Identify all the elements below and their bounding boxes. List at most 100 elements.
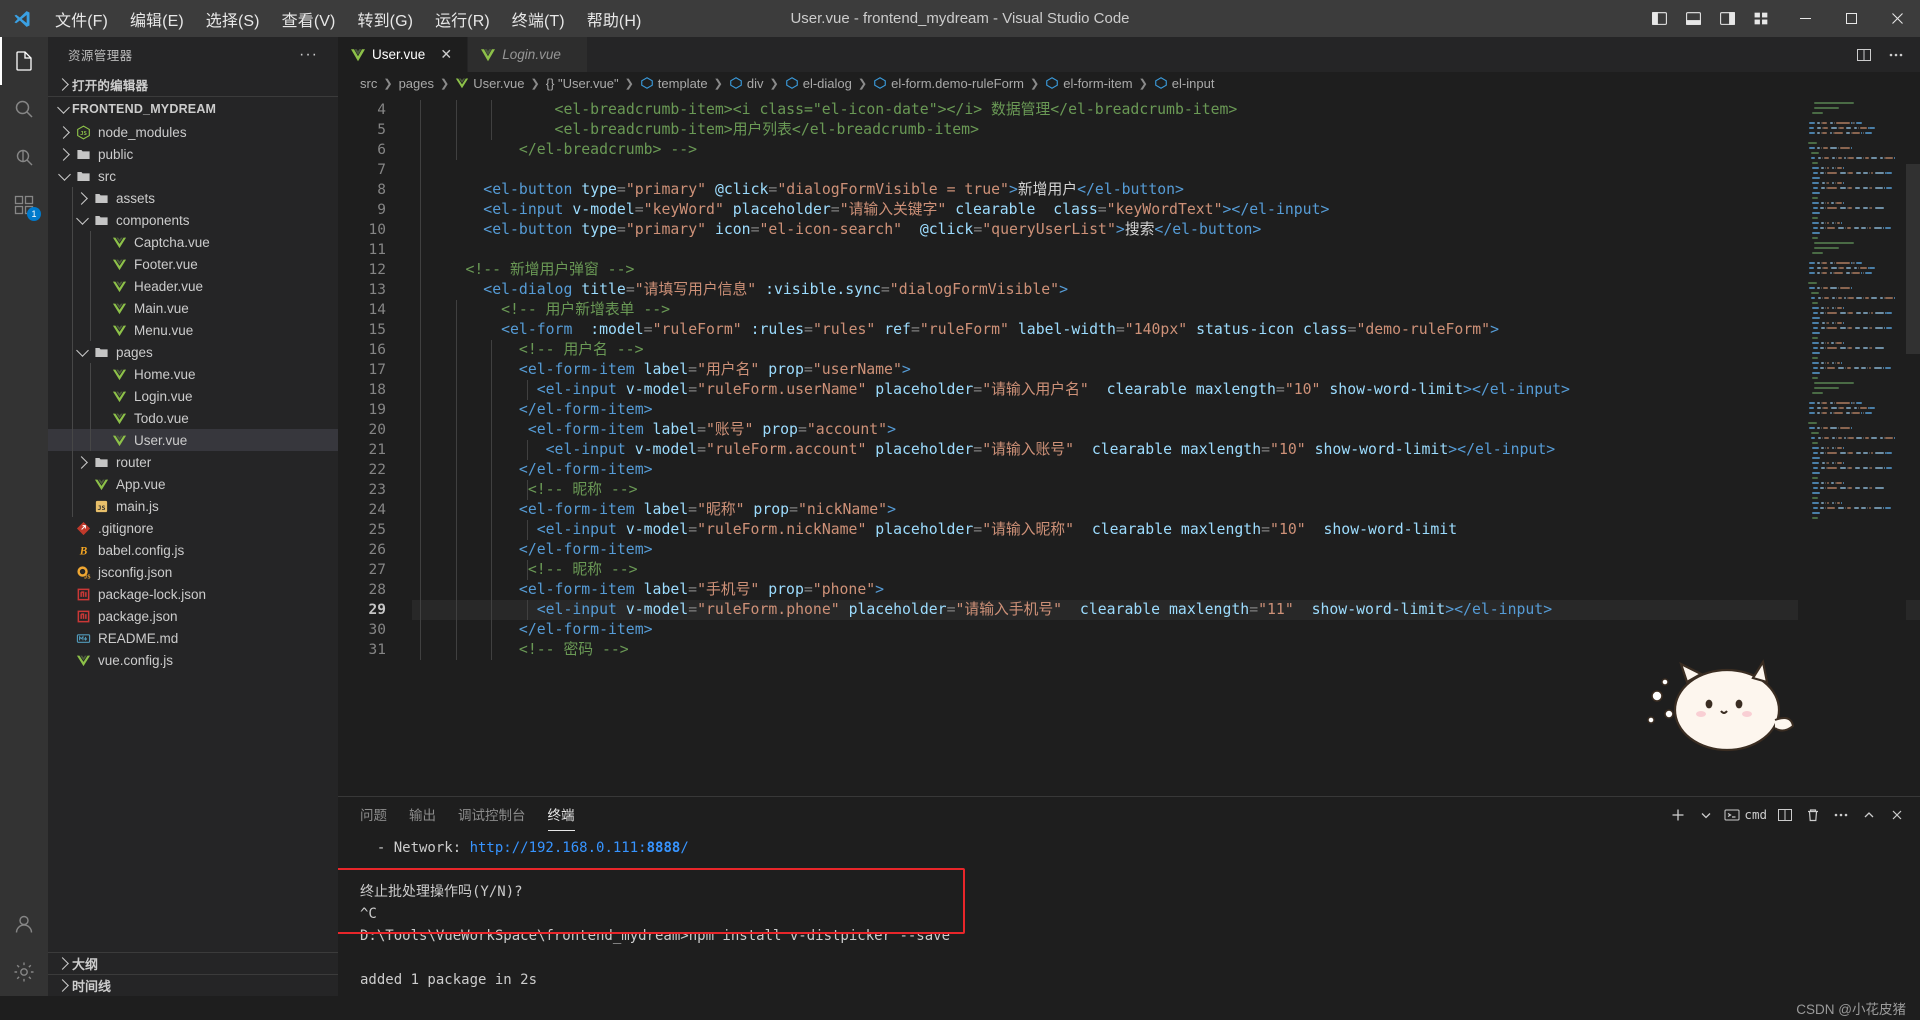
breadcrumb-item-src[interactable]: src xyxy=(360,76,377,91)
indent-guide xyxy=(455,100,457,120)
tree-item-label: Captcha.vue xyxy=(134,234,210,250)
tab-debug-console[interactable]: 调试控制台 xyxy=(458,798,526,831)
line-number: 15 xyxy=(368,322,386,338)
tree-item-router[interactable]: router xyxy=(48,451,338,473)
tree-item-todo-vue[interactable]: Todo.vue xyxy=(48,407,338,429)
breadcrumb-item-el-form-item[interactable]: el-form-item xyxy=(1045,76,1133,91)
minimap-line xyxy=(1804,507,1906,511)
terminal-url-suffix[interactable]: / xyxy=(680,840,688,856)
activity-search[interactable] xyxy=(0,85,48,133)
new-terminal-icon[interactable] xyxy=(1665,802,1691,828)
breadcrumb-item-template[interactable]: template xyxy=(640,76,708,91)
editor-scrollbar[interactable] xyxy=(1906,94,1920,796)
tree-item-label: package.json xyxy=(98,608,178,624)
split-editor-icon[interactable] xyxy=(1850,41,1878,69)
tab-problems[interactable]: 问题 xyxy=(360,798,387,831)
tree-item-readme-md[interactable]: README.md xyxy=(48,627,338,649)
tree-item-babel-config-js[interactable]: Bbabel.config.js xyxy=(48,539,338,561)
tree-item--gitignore[interactable]: .gitignore xyxy=(48,517,338,539)
activity-settings-gear-icon[interactable] xyxy=(0,948,48,996)
timeline-section[interactable]: 时间线 xyxy=(48,974,338,996)
toggle-panel-icon[interactable] xyxy=(1676,0,1710,37)
tree-item-main-js[interactable]: JS main.js xyxy=(48,495,338,517)
kill-terminal-trash-icon[interactable] xyxy=(1800,802,1826,828)
activity-explorer[interactable] xyxy=(0,37,48,85)
tree-item-vue-config-js[interactable]: vue.config.js xyxy=(48,649,338,671)
open-editors-section[interactable]: 打开的编辑器 xyxy=(48,72,338,96)
tree-item-node-modules[interactable]: JS node_modules xyxy=(48,121,338,143)
tree-item-pages[interactable]: pages xyxy=(48,341,338,363)
customize-layout-icon[interactable] xyxy=(1744,0,1778,37)
tree-item-user-vue[interactable]: User.vue xyxy=(48,429,338,451)
minimap-line xyxy=(1804,512,1906,516)
toggle-primary-sidebar-icon[interactable] xyxy=(1642,0,1676,37)
menu-file[interactable]: 文件(F) xyxy=(44,4,119,34)
tree-item-assets[interactable]: assets xyxy=(48,187,338,209)
tree-item-header-vue[interactable]: Header.vue xyxy=(48,275,338,297)
code-content[interactable]: <el-breadcrumb-item><i class="el-icon-da… xyxy=(412,94,1920,796)
tree-item-package-lock-json[interactable]: package-lock.json xyxy=(48,583,338,605)
tree-item-jsconfig-json[interactable]: JS jsconfig.json xyxy=(48,561,338,583)
tree-item-package-json[interactable]: package.json xyxy=(48,605,338,627)
minimap-line xyxy=(1804,282,1906,286)
minimap-line xyxy=(1804,327,1906,331)
breadcrumb-item--user-vue-[interactable]: {} "User.vue" xyxy=(546,76,619,91)
tree-item-captcha-vue[interactable]: Captcha.vue xyxy=(48,231,338,253)
indent-guide xyxy=(455,500,457,520)
maximize-panel-chevron-up-icon[interactable] xyxy=(1856,802,1882,828)
workspace-root-row[interactable]: FRONTEND_MYDREAM xyxy=(48,96,338,120)
tab-login-vue[interactable]: Login.vue xyxy=(468,37,589,72)
sidebar-more-actions-icon[interactable]: ··· xyxy=(299,46,318,64)
breadcrumb-item-div[interactable]: div xyxy=(729,76,764,91)
breadcrumb-item-user-vue[interactable]: User.vue xyxy=(455,76,525,91)
menu-go[interactable]: 转到(G) xyxy=(346,4,424,34)
new-terminal-dropdown-icon[interactable] xyxy=(1693,802,1719,828)
tree-item-login-vue[interactable]: Login.vue xyxy=(48,385,338,407)
tree-item-main-vue[interactable]: Main.vue xyxy=(48,297,338,319)
tab-close-icon[interactable]: ✕ xyxy=(437,46,455,64)
vue-icon xyxy=(109,323,130,338)
minimap-line xyxy=(1804,412,1906,416)
outline-section[interactable]: 大纲 xyxy=(48,952,338,974)
minimap[interactable] xyxy=(1798,94,1906,796)
terminal-output[interactable]: - Network: http://192.168.0.111:8888/终止批… xyxy=(338,832,1920,996)
tree-item-components[interactable]: components xyxy=(48,209,338,231)
tab-terminal[interactable]: 终端 xyxy=(547,798,575,831)
symbol-icon xyxy=(640,76,654,90)
tree-item-home-vue[interactable]: Home.vue xyxy=(48,363,338,385)
activity-run-and-debug[interactable] xyxy=(0,133,48,181)
menu-view[interactable]: 查看(V) xyxy=(271,4,347,34)
activity-accounts[interactable] xyxy=(0,900,48,948)
breadcrumb-item-pages[interactable]: pages xyxy=(399,76,434,91)
tree-item-footer-vue[interactable]: Footer.vue xyxy=(48,253,338,275)
close-icon[interactable] xyxy=(1874,0,1920,37)
more-actions-icon[interactable] xyxy=(1882,41,1910,69)
minimize-icon[interactable] xyxy=(1782,0,1828,37)
breadcrumb-item-el-form-demo-ruleform[interactable]: el-form.demo-ruleForm xyxy=(873,76,1024,91)
menu-terminal[interactable]: 终端(T) xyxy=(501,4,576,34)
tab-output[interactable]: 输出 xyxy=(409,798,436,831)
minimap-line xyxy=(1804,367,1906,371)
tree-item-public[interactable]: public xyxy=(48,143,338,165)
activity-extensions[interactable]: 1 xyxy=(0,181,48,229)
menu-run[interactable]: 运行(R) xyxy=(424,4,501,34)
tree-item-src[interactable]: src xyxy=(48,165,338,187)
tab-user-vue[interactable]: User.vue ✕ xyxy=(338,37,469,72)
menu-edit[interactable]: 编辑(E) xyxy=(119,4,195,34)
menu-help[interactable]: 帮助(H) xyxy=(576,4,653,34)
toggle-secondary-sidebar-icon[interactable] xyxy=(1710,0,1744,37)
breadcrumb-item-el-dialog[interactable]: el-dialog xyxy=(785,76,852,91)
breadcrumb-item-el-input[interactable]: el-input xyxy=(1154,76,1214,91)
maximize-icon[interactable] xyxy=(1828,0,1874,37)
panel-more-actions-icon[interactable] xyxy=(1828,802,1854,828)
terminal-url-link[interactable]: http://192.168.0.111: xyxy=(470,840,647,856)
terminal-shell-entry[interactable]: cmd xyxy=(1721,802,1770,828)
menu-selection[interactable]: 选择(S) xyxy=(195,4,271,34)
terminal-url-port[interactable]: 8888 xyxy=(647,840,681,856)
close-panel-icon[interactable] xyxy=(1884,802,1910,828)
split-terminal-icon[interactable] xyxy=(1772,802,1798,828)
tree-item-menu-vue[interactable]: Menu.vue xyxy=(48,319,338,341)
tree-item-app-vue[interactable]: App.vue xyxy=(48,473,338,495)
vue-icon xyxy=(109,235,130,250)
code-editor[interactable]: 4 5 6 7 8 9 10 11 12 13 14 15 16 17 18 19 20 21 22 23 24 25 26… xyxy=(338,94,1920,796)
